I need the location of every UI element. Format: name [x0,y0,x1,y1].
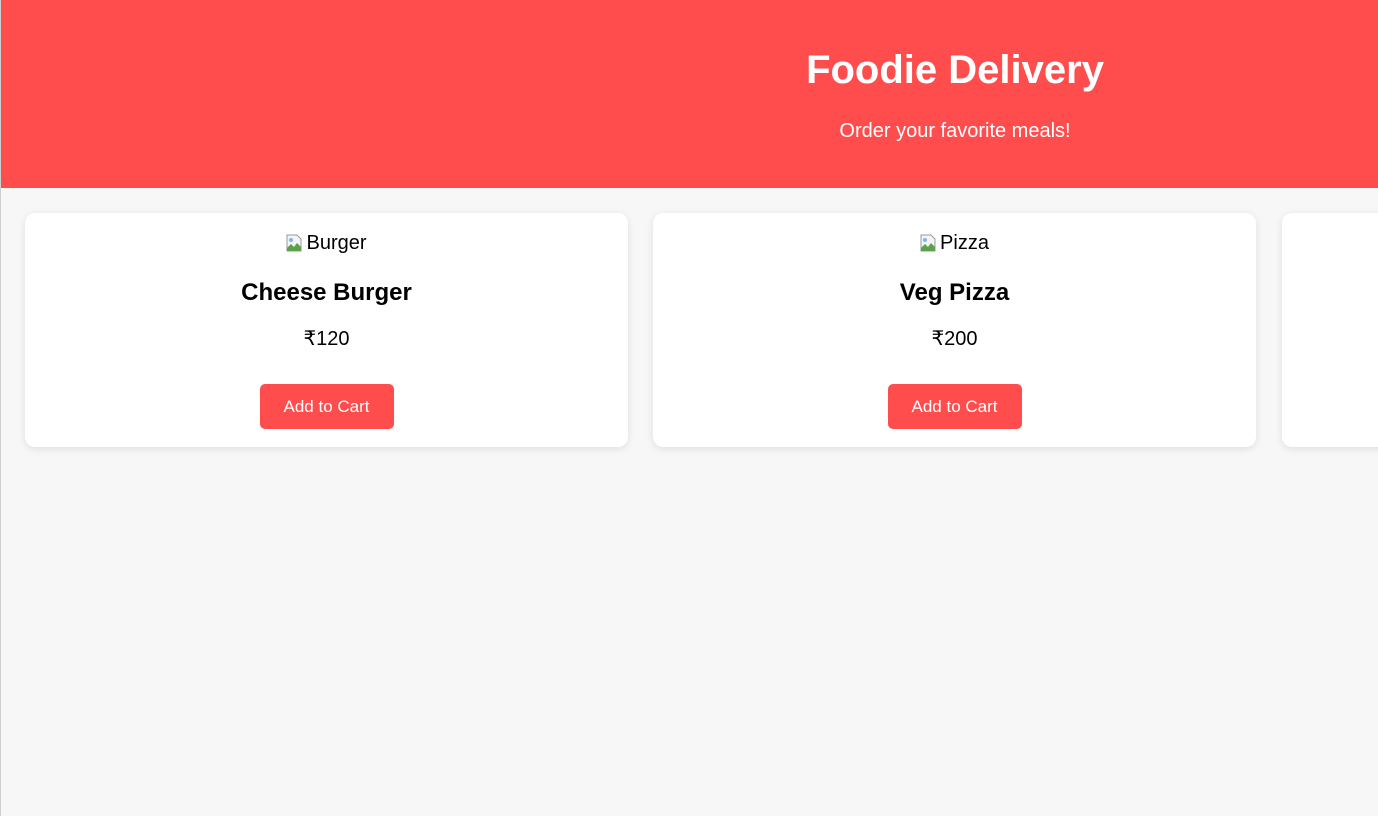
food-name: Cheese Burger [241,279,412,306]
page-frame: Foodie Delivery Order your favorite meal… [0,0,1378,816]
food-card-pizza: Pizza Veg Pizza ₹200 Add to Cart [653,213,1256,447]
food-image-pizza: Pizza [653,231,1256,258]
food-price: ₹120 [303,328,350,350]
food-card-burger: Burger Cheese Burger ₹120 Add to Cart [25,213,628,447]
broken-image-icon [286,234,302,252]
add-to-cart-button-burger[interactable]: Add to Cart [259,384,394,429]
broken-image-icon [920,234,936,252]
food-card-partial [1282,213,1378,447]
food-image-burger: Burger [25,231,628,258]
site-title: Foodie Delivery [806,48,1104,92]
food-name: Veg Pizza [899,279,1010,306]
food-image-alt-text: Pizza [940,232,989,254]
site-header: Foodie Delivery Order your favorite meal… [1,0,1378,188]
add-to-cart-button-pizza[interactable]: Add to Cart [887,384,1022,429]
food-price: ₹200 [931,328,978,350]
site-subtitle: Order your favorite meals! [839,120,1071,142]
food-image-alt-text: Burger [306,232,367,254]
